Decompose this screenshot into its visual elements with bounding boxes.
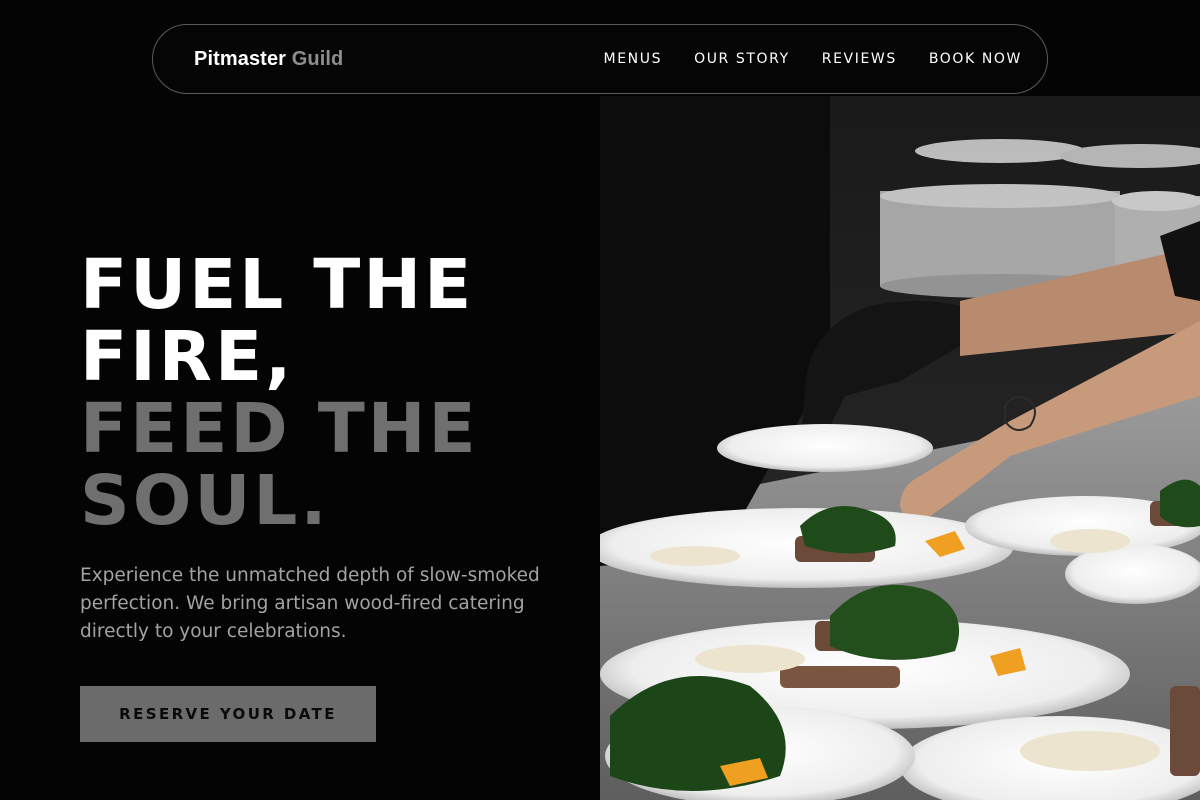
nav-links: MENUS OUR STORY REVIEWS BOOK NOW [604,51,1022,67]
nav-link-reviews[interactable]: REVIEWS [822,51,897,67]
hero-photo-illustration [600,96,1200,800]
hero-title-line-1: FUEL THE [80,245,475,325]
brand-secondary: Guild [291,47,344,70]
hero-photo [600,96,1200,800]
brand-logo[interactable]: Pitmaster Guild [194,48,343,71]
top-navigation: Pitmaster Guild MENUS OUR STORY REVIEWS … [152,24,1048,94]
hero-title-line-2: FIRE, [80,317,295,397]
reserve-date-button[interactable]: RESERVE YOUR DATE [80,686,376,742]
landing-page: Pitmaster Guild MENUS OUR STORY REVIEWS … [0,0,1200,800]
hero-title-line-3: FEED THE [80,389,479,469]
hero-title: FUEL THE FIRE, FEED THE SOUL. [80,249,580,537]
nav-link-menus[interactable]: MENUS [604,51,663,67]
nav-link-book-now[interactable]: BOOK NOW [929,51,1022,67]
hero-subtitle: Experience the unmatched depth of slow-s… [80,565,540,642]
nav-link-our-story[interactable]: OUR STORY [694,51,790,67]
hero-title-line-4: SOUL. [80,461,330,541]
brand-primary: Pitmaster [194,47,287,70]
